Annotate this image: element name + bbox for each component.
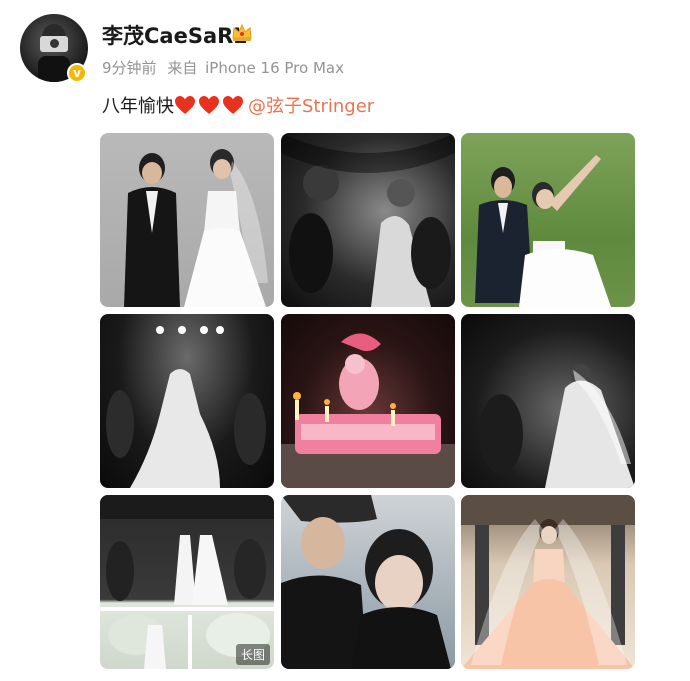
photo-4[interactable] [100, 314, 274, 488]
photo-7-scene [100, 495, 274, 669]
photo-2-scene [281, 133, 455, 307]
red-heart-icon [199, 96, 219, 114]
verified-badge-icon: v [67, 63, 87, 83]
long-image-badge: 长图 [235, 644, 270, 665]
avatar-body [38, 56, 70, 82]
mention-link[interactable]: @弦子Stringer [248, 92, 374, 118]
red-heart-icon [223, 96, 243, 114]
photo-9-scene [461, 495, 635, 669]
photo-5[interactable] [281, 314, 455, 488]
photo-8[interactable] [281, 495, 455, 669]
photo-2[interactable] [281, 133, 455, 307]
photo-3[interactable] [461, 133, 635, 307]
photo-5-scene [281, 333, 455, 488]
photo-4-scene [106, 326, 266, 488]
photo-1-scene [124, 149, 268, 307]
post-device[interactable]: iPhone 16 Pro Max [205, 59, 344, 77]
username[interactable]: 李茂CaeSaRL [102, 20, 247, 50]
post-source-prefix: 来自 [167, 59, 198, 77]
photo-3-scene [475, 155, 611, 307]
photo-1[interactable] [100, 133, 274, 307]
photo-6-scene [479, 364, 635, 488]
avatar-camera-lens [50, 39, 59, 48]
photo-8-scene [281, 495, 451, 669]
post-time: 9分钟前 [102, 59, 157, 77]
post-meta: 9分钟前 来自 iPhone 16 Pro Max [102, 57, 344, 78]
photo-7[interactable]: 长图 [100, 495, 274, 669]
crown-icon [232, 23, 252, 41]
photo-9[interactable] [461, 495, 635, 669]
red-heart-icon [175, 96, 195, 114]
post-text: 八年愉快 @弦子Stringer [102, 92, 374, 118]
photo-6[interactable] [461, 314, 635, 488]
post-body: 八年愉快 [102, 96, 174, 117]
